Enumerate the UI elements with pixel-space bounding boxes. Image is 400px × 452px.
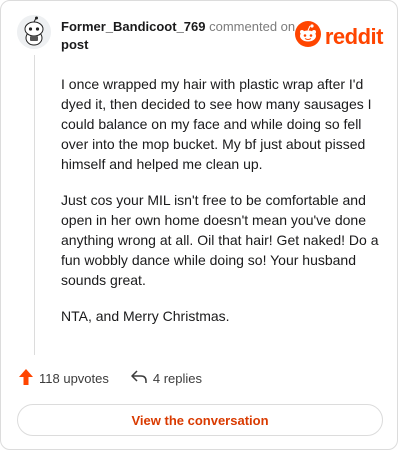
comment-actions: 118 upvotes 4 replies — [19, 369, 202, 388]
comment-paragraph: I once wrapped my hair with plastic wrap… — [61, 76, 372, 172]
reply-arrow-icon — [131, 370, 147, 387]
thread-line — [34, 55, 35, 355]
comment-paragraph: Just cos your MIL isn't free to be comfo… — [61, 192, 379, 288]
comment-header: Former_Bandicoot_769 commented on post — [61, 18, 301, 54]
username-link[interactable]: Former_Bandicoot_769 — [61, 19, 206, 34]
action-text: commented on — [209, 19, 296, 34]
snoo-avatar-icon[interactable] — [17, 15, 51, 49]
reddit-logo[interactable]: reddit — [294, 21, 384, 52]
reply-count: 4 replies — [152, 371, 203, 386]
replies-button[interactable]: 4 replies — [131, 370, 202, 387]
comment-card: Former_Bandicoot_769 commented on post r… — [0, 0, 398, 450]
reddit-alien-icon — [294, 21, 321, 52]
view-conversation-button[interactable]: View the conversation — [17, 404, 383, 436]
reddit-wordmark: reddit — [324, 23, 384, 49]
upvote-button[interactable]: 118 upvotes — [19, 369, 109, 388]
upvote-arrow-icon — [19, 369, 33, 388]
comment-paragraph: NTA, and Merry Christmas. — [61, 308, 230, 324]
post-link[interactable]: post — [61, 37, 88, 52]
comment-body: I once wrapped my hair with plastic wrap… — [61, 74, 379, 342]
upvote-count: 118 upvotes — [39, 371, 109, 386]
